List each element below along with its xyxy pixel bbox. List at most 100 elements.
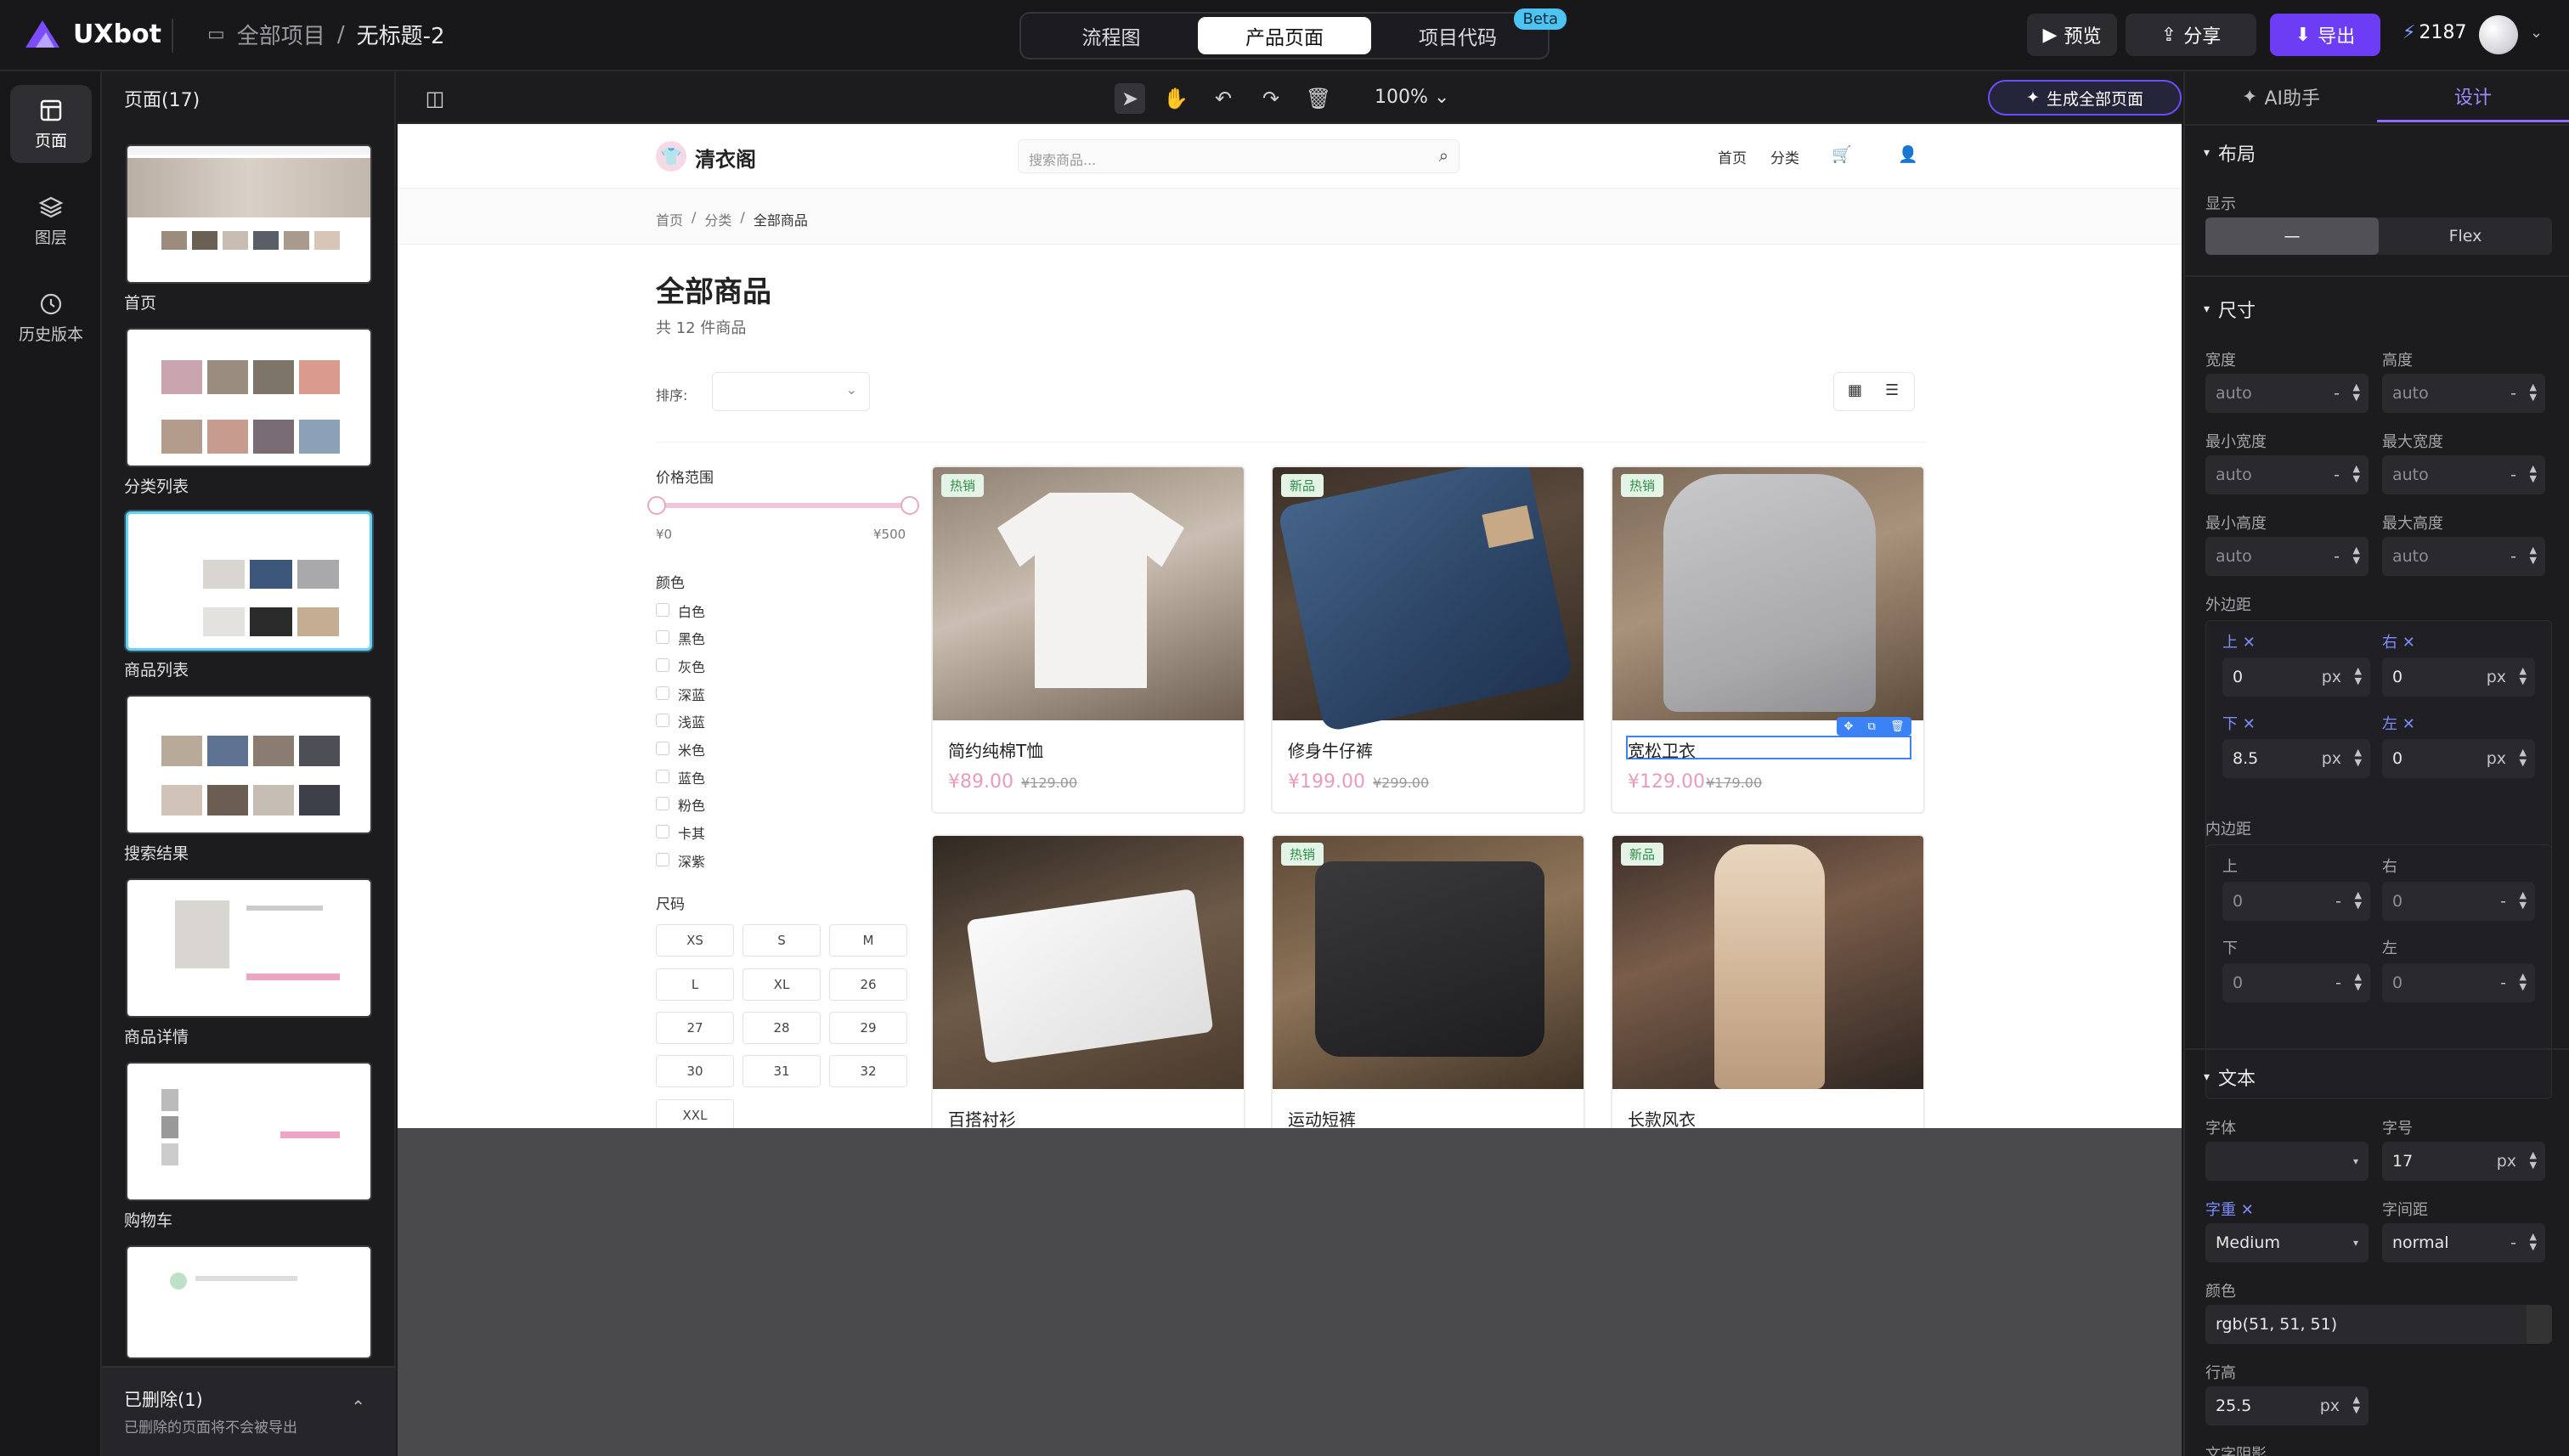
size-option[interactable]: XS bbox=[656, 924, 734, 957]
stepper-icon[interactable]: ▲ ▼ bbox=[2355, 890, 2362, 911]
min-height-field[interactable]: auto - ▲ ▼ bbox=[2205, 537, 2369, 576]
page-thumb-next[interactable] bbox=[126, 1245, 372, 1359]
size-option[interactable]: XL bbox=[742, 968, 821, 1001]
page-thumb-cart[interactable] bbox=[126, 1062, 372, 1201]
product-card[interactable]: 新品 长款风衣 bbox=[1611, 834, 1925, 1128]
sort-select[interactable]: ⌄ bbox=[712, 372, 870, 411]
nav-home[interactable]: 首页 bbox=[1718, 146, 1747, 167]
size-option[interactable]: L bbox=[656, 968, 734, 1001]
breadcrumb-root[interactable]: 全部项目 bbox=[237, 19, 325, 50]
credits-count[interactable]: ⚡ 2187 bbox=[2402, 22, 2466, 43]
stepper-icon[interactable]: ▲ ▼ bbox=[2520, 748, 2527, 768]
rail-item-pages[interactable]: 页面 bbox=[10, 85, 92, 163]
color-option[interactable]: 卡其 bbox=[656, 821, 826, 842]
tab-project-code[interactable]: 项目代码 Beta bbox=[1371, 8, 1567, 54]
size-option[interactable]: 28 bbox=[742, 1012, 821, 1044]
tab-product-pages[interactable]: 产品页面 bbox=[1198, 17, 1371, 54]
text-color-field[interactable]: rgb(51, 51, 51) bbox=[2205, 1305, 2552, 1344]
app-logo[interactable]: UXbot bbox=[20, 17, 161, 51]
cart-icon[interactable]: 🛒 bbox=[1832, 144, 1852, 164]
display-option-none[interactable]: — bbox=[2205, 217, 2379, 255]
size-option[interactable]: S bbox=[742, 924, 821, 957]
chevron-up-icon[interactable]: ⌃ bbox=[351, 1397, 365, 1417]
layout-section-header[interactable]: ▾ 布局 bbox=[2204, 139, 2256, 166]
color-option[interactable]: 黑色 bbox=[656, 627, 826, 647]
delete-icon[interactable]: 🗑 bbox=[1303, 83, 1334, 114]
move-icon[interactable]: ✥ bbox=[1844, 720, 1854, 733]
width-field[interactable]: auto - ▲ ▼ bbox=[2205, 374, 2369, 413]
grid-view-icon[interactable]: ▦ bbox=[1848, 381, 1862, 399]
rail-item-layers[interactable]: 图层 bbox=[10, 182, 92, 260]
sidebar-toggle-icon[interactable]: ◫ bbox=[420, 83, 450, 114]
padding-bottom-field[interactable]: 0- ▲ ▼ bbox=[2222, 963, 2370, 1002]
chevron-down-icon[interactable]: ⌄ bbox=[2530, 24, 2543, 42]
size-option[interactable]: 31 bbox=[742, 1055, 821, 1087]
price-slider-min-handle[interactable] bbox=[647, 496, 666, 515]
font-weight-select[interactable]: Medium ▾ bbox=[2205, 1223, 2369, 1262]
stepper-icon[interactable]: ▲ ▼ bbox=[2520, 666, 2527, 686]
page-thumb-home[interactable] bbox=[126, 144, 372, 284]
stepper-icon[interactable]: ▲ ▼ bbox=[2520, 972, 2527, 992]
stepper-icon[interactable]: ▲ ▼ bbox=[2355, 666, 2362, 686]
rail-item-history[interactable]: 历史版本 bbox=[10, 279, 92, 357]
margin-bottom-field[interactable]: 8.5 px ▲ ▼ bbox=[2222, 739, 2370, 778]
stepper-icon[interactable]: ▲ ▼ bbox=[2530, 545, 2537, 566]
redo-icon[interactable]: ↷ bbox=[1256, 83, 1286, 114]
color-option[interactable]: 蓝色 bbox=[656, 766, 826, 787]
page-thumb-search[interactable] bbox=[126, 695, 372, 834]
size-section-header[interactable]: ▾ 尺寸 bbox=[2204, 296, 2256, 323]
undo-icon[interactable]: ↶ bbox=[1208, 83, 1239, 114]
share-button[interactable]: ⇪ 分享 bbox=[2126, 14, 2256, 56]
duplicate-icon[interactable]: ⧉ bbox=[1868, 720, 1876, 733]
page-thumb-products[interactable] bbox=[126, 511, 372, 651]
search-icon[interactable]: ⌕ bbox=[1439, 145, 1448, 166]
letter-spacing-field[interactable]: normal - ▲ ▼ bbox=[2382, 1223, 2545, 1262]
line-height-field[interactable]: 25.5 px ▲ ▼ bbox=[2205, 1386, 2369, 1425]
height-field[interactable]: auto - ▲ ▼ bbox=[2382, 374, 2545, 413]
product-card[interactable]: 热销 简约纯棉T恤 ¥89.00 ¥129.00 bbox=[931, 466, 1245, 814]
font-size-field[interactable]: 17 px ▲ ▼ bbox=[2382, 1142, 2545, 1181]
zoom-select[interactable]: 100% ⌄ bbox=[1375, 87, 1449, 108]
crumb-home[interactable]: 首页 bbox=[656, 209, 683, 229]
stepper-icon[interactable]: ▲ ▼ bbox=[2353, 1395, 2360, 1415]
size-option[interactable]: M bbox=[829, 924, 907, 957]
user-avatar[interactable] bbox=[2479, 15, 2518, 54]
color-option[interactable]: 深蓝 bbox=[656, 683, 826, 703]
text-section-header[interactable]: ▾ 文本 bbox=[2204, 1064, 2256, 1091]
margin-top-field[interactable]: 0 px ▲ ▼ bbox=[2222, 657, 2370, 697]
stepper-icon[interactable]: ▲ ▼ bbox=[2520, 890, 2527, 911]
price-slider-max-handle[interactable] bbox=[901, 496, 919, 515]
page-thumb-categories[interactable] bbox=[126, 328, 372, 467]
stepper-icon[interactable]: ▲ ▼ bbox=[2530, 1150, 2537, 1171]
product-card[interactable]: 热销 ✥ ⧉ 🗑 宽松卫衣 ¥129.00 ¥179.00 bbox=[1611, 466, 1925, 814]
site-search-input[interactable]: 搜索商品... ⌕ bbox=[1018, 139, 1460, 173]
stepper-icon[interactable]: ▲ ▼ bbox=[2355, 972, 2362, 992]
size-option[interactable]: 27 bbox=[656, 1012, 734, 1044]
deleted-pages[interactable]: 已删除(1) 已删除的页面将不会被导出 ⌃ bbox=[102, 1366, 396, 1456]
size-option[interactable]: 32 bbox=[829, 1055, 907, 1087]
stepper-icon[interactable]: ▲ ▼ bbox=[2353, 382, 2360, 403]
breadcrumb-current[interactable]: 无标题-2 bbox=[357, 19, 445, 50]
padding-left-field[interactable]: 0- ▲ ▼ bbox=[2382, 963, 2535, 1002]
crumb-category[interactable]: 分类 bbox=[704, 209, 731, 229]
display-option-flex[interactable]: Flex bbox=[2379, 217, 2552, 255]
tab-design[interactable]: 设计 bbox=[2377, 71, 2569, 122]
color-option[interactable]: 米色 bbox=[656, 738, 826, 759]
product-name[interactable]: 宽松卫衣 bbox=[1628, 737, 1696, 762]
nav-category[interactable]: 分类 bbox=[1770, 146, 1799, 167]
padding-right-field[interactable]: 0- ▲ ▼ bbox=[2382, 882, 2535, 921]
color-option[interactable]: 白色 bbox=[656, 600, 826, 620]
size-option[interactable]: 29 bbox=[829, 1012, 907, 1044]
tab-flowchart[interactable]: 流程图 bbox=[1025, 17, 1198, 54]
stepper-icon[interactable]: ▲ ▼ bbox=[2353, 464, 2360, 484]
size-option[interactable]: 30 bbox=[656, 1055, 734, 1087]
page-thumb-detail[interactable] bbox=[126, 878, 372, 1018]
tab-ai-assistant[interactable]: ✦ AI助手 bbox=[2185, 71, 2377, 122]
stepper-icon[interactable]: ▲ ▼ bbox=[2530, 1232, 2537, 1252]
stepper-icon[interactable]: ▲ ▼ bbox=[2530, 464, 2537, 484]
margin-right-field[interactable]: 0 px ▲ ▼ bbox=[2382, 657, 2535, 697]
pointer-tool-icon[interactable]: ➤ bbox=[1115, 83, 1145, 114]
color-option[interactable]: 粉色 bbox=[656, 793, 826, 814]
product-card[interactable]: 热销 运动短裤 bbox=[1271, 834, 1585, 1128]
brand-name[interactable]: 清衣阁 bbox=[695, 143, 756, 172]
